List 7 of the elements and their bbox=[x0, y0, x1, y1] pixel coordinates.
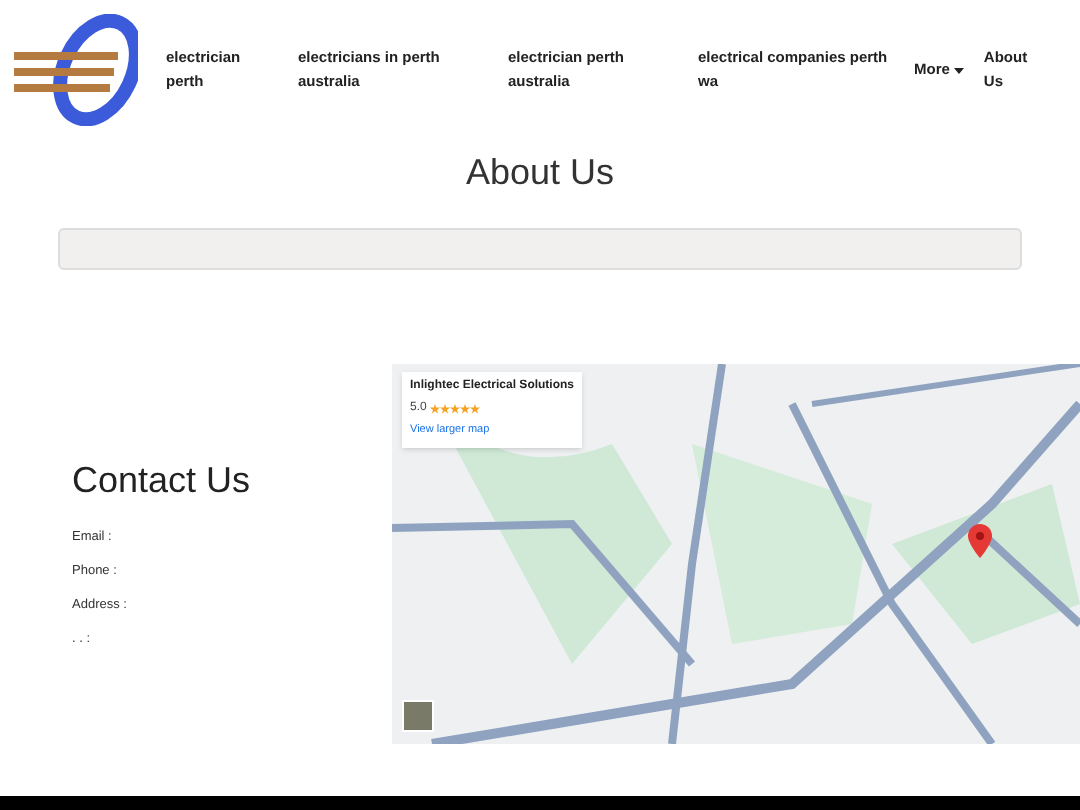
map-pin-icon[interactable] bbox=[968, 524, 992, 558]
page-title: About Us bbox=[463, 150, 617, 196]
map-drawing[interactable] bbox=[392, 364, 1080, 744]
logo-icon[interactable] bbox=[10, 14, 138, 126]
contact-heading: Contact Us bbox=[72, 458, 253, 504]
map-thumbnail[interactable] bbox=[402, 700, 434, 732]
caret-icon bbox=[953, 67, 964, 73]
